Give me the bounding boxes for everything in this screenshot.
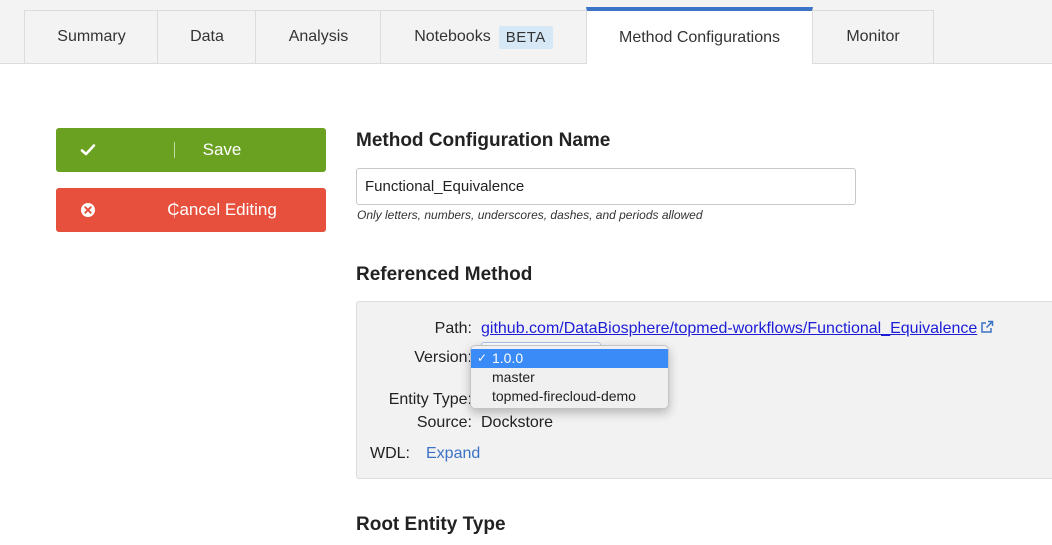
version-option-label: topmed-firecloud-demo (492, 388, 636, 404)
save-button[interactable]: Save (56, 128, 326, 172)
version-option[interactable]: topmed-firecloud-demo (471, 387, 668, 406)
save-button-label: Save (202, 140, 242, 159)
tab-analysis-label: Analysis (288, 28, 349, 45)
version-option[interactable]: master (471, 368, 668, 387)
referenced-method-heading: Referenced Method (356, 264, 533, 285)
version-option[interactable]: ✓ 1.0.0 (471, 349, 668, 368)
tab-method-configurations-label: Method Configurations (619, 28, 780, 46)
tab-data[interactable]: Data (157, 10, 256, 63)
tab-notebooks-label: Notebooks (414, 28, 491, 45)
name-hint: Only letters, numbers, underscores, dash… (357, 208, 703, 222)
wdl-label: WDL: (370, 445, 410, 462)
wdl-expand-link[interactable]: Expand (426, 445, 480, 463)
tab-method-configurations[interactable]: Method Configurations (586, 7, 813, 64)
version-option-label: master (492, 369, 535, 385)
tab-notebooks[interactable]: Notebooks BETA (380, 10, 586, 63)
cancel-editing-label: Cancel Editing (167, 200, 277, 219)
entity-type-label: Entity Type: (388, 391, 472, 408)
method-config-name-heading: Method Configuration Name (356, 130, 611, 151)
tab-analysis[interactable]: Analysis (255, 10, 381, 63)
tab-data-label: Data (190, 28, 224, 45)
tab-summary[interactable]: Summary (24, 10, 158, 63)
source-value: Dockstore (481, 414, 554, 431)
path-value: github.com/DataBiosphere/topmed-workflow… (481, 320, 994, 338)
version-label: Version: (414, 349, 472, 366)
external-link-icon[interactable] (980, 320, 994, 334)
source-label: Source: (416, 414, 472, 431)
tab-monitor[interactable]: Monitor (812, 10, 934, 63)
beta-badge: BETA (498, 25, 553, 49)
checkmark-icon: ✓ (477, 351, 488, 365)
path-link[interactable]: github.com/DataBiosphere/topmed-workflow… (481, 320, 977, 337)
version-dropdown-menu: ✓ 1.0.0 master topmed-firecloud-demo (470, 345, 669, 409)
tab-monitor-label: Monitor (846, 28, 900, 45)
root-entity-type-heading: Root Entity Type (356, 514, 506, 535)
method-config-name-input[interactable] (356, 168, 856, 205)
tab-bar: Summary Data Analysis Notebooks BETA Met… (0, 0, 1052, 64)
cancel-editing-button[interactable]: Cancel Editing (56, 188, 326, 232)
path-label: Path: (434, 320, 472, 337)
version-option-label: 1.0.0 (492, 350, 524, 366)
tab-summary-label: Summary (57, 28, 126, 45)
